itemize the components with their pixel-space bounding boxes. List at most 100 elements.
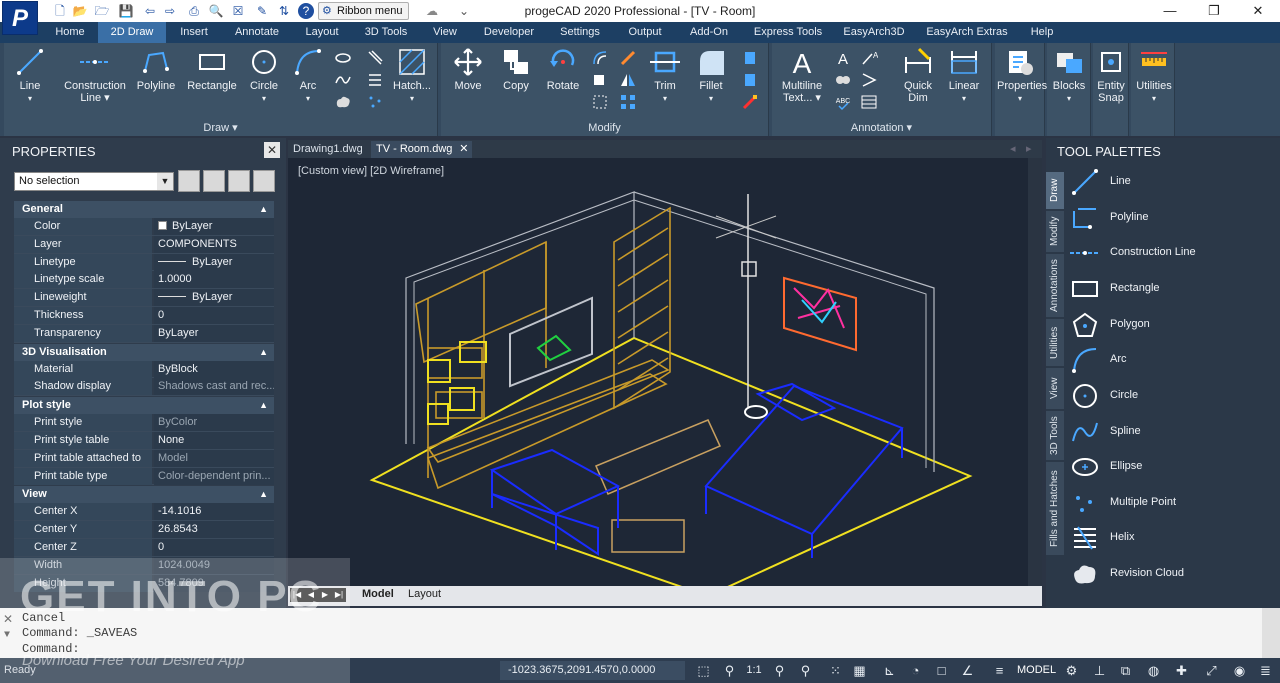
property-row[interactable]: Shadow display Shadows cast and rec... <box>14 378 274 397</box>
palette-item-spline[interactable]: Spline <box>1068 415 1278 450</box>
palette-item-circle[interactable]: Circle <box>1068 379 1278 414</box>
copy-button[interactable]: Copy <box>495 47 537 92</box>
chevron-up-icon[interactable]: ▲ <box>259 201 268 218</box>
toggle-pickadd-icon[interactable] <box>228 170 250 192</box>
palette-item-multiple-point[interactable]: Multiple Point <box>1068 486 1278 521</box>
attribute-icon[interactable] <box>860 71 878 89</box>
property-section-header[interactable]: General ▲ <box>14 201 274 218</box>
utilities-button[interactable]: Utilities ▾ <box>1133 47 1175 105</box>
property-row[interactable]: Center Y 26.8543 <box>14 521 274 539</box>
tab-output[interactable]: Output <box>618 22 672 43</box>
blocks-button[interactable]: Blocks ▾ <box>1049 47 1089 105</box>
property-value[interactable]: Model <box>154 449 274 467</box>
polar-icon[interactable]: ◔ <box>906 661 925 680</box>
property-row[interactable]: Center X -14.1016 <box>14 503 274 522</box>
print-icon[interactable]: ⎙ <box>186 3 202 19</box>
tab-home[interactable]: Home <box>44 22 96 43</box>
viewport-icon[interactable]: ⬚ <box>694 661 713 680</box>
workspace-icon[interactable]: ◍ <box>1144 661 1163 680</box>
chevron-up-icon[interactable]: ▲ <box>259 486 268 503</box>
tab-layout[interactable]: Layout <box>296 22 348 43</box>
property-value[interactable]: ByLayer <box>154 218 274 235</box>
property-value[interactable]: 26.8543 <box>154 521 274 539</box>
tab-layout-sheet[interactable]: Layout <box>408 588 441 600</box>
window-icon[interactable]: ⧉ <box>1116 661 1135 680</box>
mirror-icon[interactable] <box>619 71 637 89</box>
multiple-point-icon[interactable] <box>366 93 384 111</box>
arc-button[interactable]: Arc ▾ <box>290 47 326 105</box>
array-icon[interactable] <box>619 93 637 111</box>
text-style-icon[interactable]: A <box>834 49 852 67</box>
linear-button[interactable]: Linear ▾ <box>942 47 986 105</box>
palette-tab-draw[interactable]: Draw <box>1046 172 1064 210</box>
palette-item-polyline[interactable]: Polyline <box>1068 201 1278 236</box>
polyline-button[interactable]: Polyline <box>132 47 180 92</box>
property-row[interactable]: Print style ByColor <box>14 414 274 432</box>
palette-tab-modify[interactable]: Modify <box>1046 211 1064 253</box>
move-button[interactable]: Move <box>447 47 489 92</box>
sort-icon[interactable]: ⇅ <box>276 3 292 19</box>
tab-easyarch-extras[interactable]: EasyArch Extras <box>920 22 1014 43</box>
tab-add-on[interactable]: Add-On <box>682 22 736 43</box>
spell-check-icon[interactable]: ABC <box>834 93 852 111</box>
app-logo[interactable]: P <box>2 1 38 35</box>
helix-icon[interactable] <box>366 71 384 89</box>
property-row[interactable]: Transparency ByLayer <box>14 324 274 343</box>
grid-icon[interactable]: ▦ <box>850 661 869 680</box>
tab-scroll-left-icon[interactable]: ◂ <box>1010 142 1016 155</box>
add-icon[interactable]: ✚ <box>1172 661 1191 680</box>
tab-annotate[interactable]: Annotate <box>226 22 288 43</box>
property-row[interactable]: Linetype scale 1.0000 <box>14 271 274 290</box>
modify-group-label[interactable]: Modify <box>441 122 768 134</box>
palette-item-polygon[interactable]: Polygon <box>1068 308 1278 343</box>
annotation-visibility-icon[interactable]: ⚲ <box>770 661 789 680</box>
tab-tv-room[interactable]: TV - Room.dwg ✕ <box>371 141 473 158</box>
palette-item-revision-cloud[interactable]: Revision Cloud <box>1068 557 1278 592</box>
multiline-text-button[interactable]: A Multiline Text... ▾ <box>776 47 828 104</box>
drawing-canvas[interactable]: [Custom view] [2D Wireframe] <box>288 158 1042 586</box>
open-file-icon[interactable]: 🗁 <box>94 3 110 19</box>
customize-icon[interactable]: ≣ <box>1256 661 1275 680</box>
palette-tab-3d-tools[interactable]: 3D Tools <box>1046 411 1064 461</box>
quick-dim-button[interactable]: Quick Dim <box>896 47 940 104</box>
lineweight-icon[interactable]: ≡ <box>990 661 1009 680</box>
palette-tab-utilities[interactable]: Utilities <box>1046 319 1064 367</box>
property-value[interactable]: COMPONENTS <box>154 235 274 253</box>
multiple-lines-icon[interactable] <box>366 49 384 67</box>
chevron-up-icon[interactable]: ▲ <box>259 397 268 414</box>
palette-item-arc[interactable]: Arc <box>1068 343 1278 378</box>
model-space-toggle[interactable]: MODEL <box>1017 664 1056 676</box>
isolate-icon[interactable]: ◉ <box>1230 661 1249 680</box>
palette-tab-view[interactable]: View <box>1046 368 1064 410</box>
break-icon[interactable] <box>741 71 759 89</box>
property-value[interactable]: -14.1016 <box>154 503 274 521</box>
qa-customize-icon[interactable]: ⌄ <box>456 3 472 19</box>
find-icon[interactable] <box>834 71 852 89</box>
tab-model[interactable]: Model <box>362 588 394 600</box>
clean-screen-icon[interactable]: ⤢ <box>1202 661 1221 680</box>
tab-view[interactable]: View <box>424 22 466 43</box>
palette-item-construction-line[interactable]: Construction Line <box>1068 236 1278 271</box>
tab-easyarch3d[interactable]: EasyArch3D <box>838 22 910 43</box>
esnap-icon[interactable]: □ <box>932 661 951 680</box>
tab-drawing1[interactable]: Drawing1.dwg <box>288 141 368 158</box>
entity-snap-button[interactable]: Entity Snap <box>1093 47 1129 104</box>
scale-readout[interactable]: 1:1 <box>744 661 764 680</box>
property-row[interactable]: Print style table None <box>14 431 274 450</box>
redo-icon[interactable]: ⇨ <box>162 3 178 19</box>
property-row[interactable]: Print table type Color-dependent prin... <box>14 467 274 486</box>
offset-icon[interactable] <box>591 49 609 67</box>
rectangle-button[interactable]: Rectangle <box>184 47 240 92</box>
property-section-header[interactable]: 3D Visualisation ▲ <box>14 343 274 361</box>
trim-button[interactable]: Trim ▾ <box>645 47 685 105</box>
close-button[interactable]: ✕ <box>1238 0 1278 22</box>
property-value[interactable]: Shadows cast and rec... <box>154 378 274 396</box>
property-value[interactable]: ByLayer <box>154 324 274 342</box>
gear-icon[interactable]: ⚙ <box>1062 661 1081 680</box>
circle-button[interactable]: Circle ▾ <box>242 47 286 105</box>
line-button[interactable]: Line ▾ <box>8 47 52 105</box>
ribbon-menu-dropdown[interactable]: Ribbon menu <box>318 2 410 20</box>
palette-item-line[interactable]: Line <box>1068 165 1278 200</box>
leader-icon[interactable]: A <box>860 49 878 67</box>
help-icon[interactable]: ? <box>298 3 314 19</box>
